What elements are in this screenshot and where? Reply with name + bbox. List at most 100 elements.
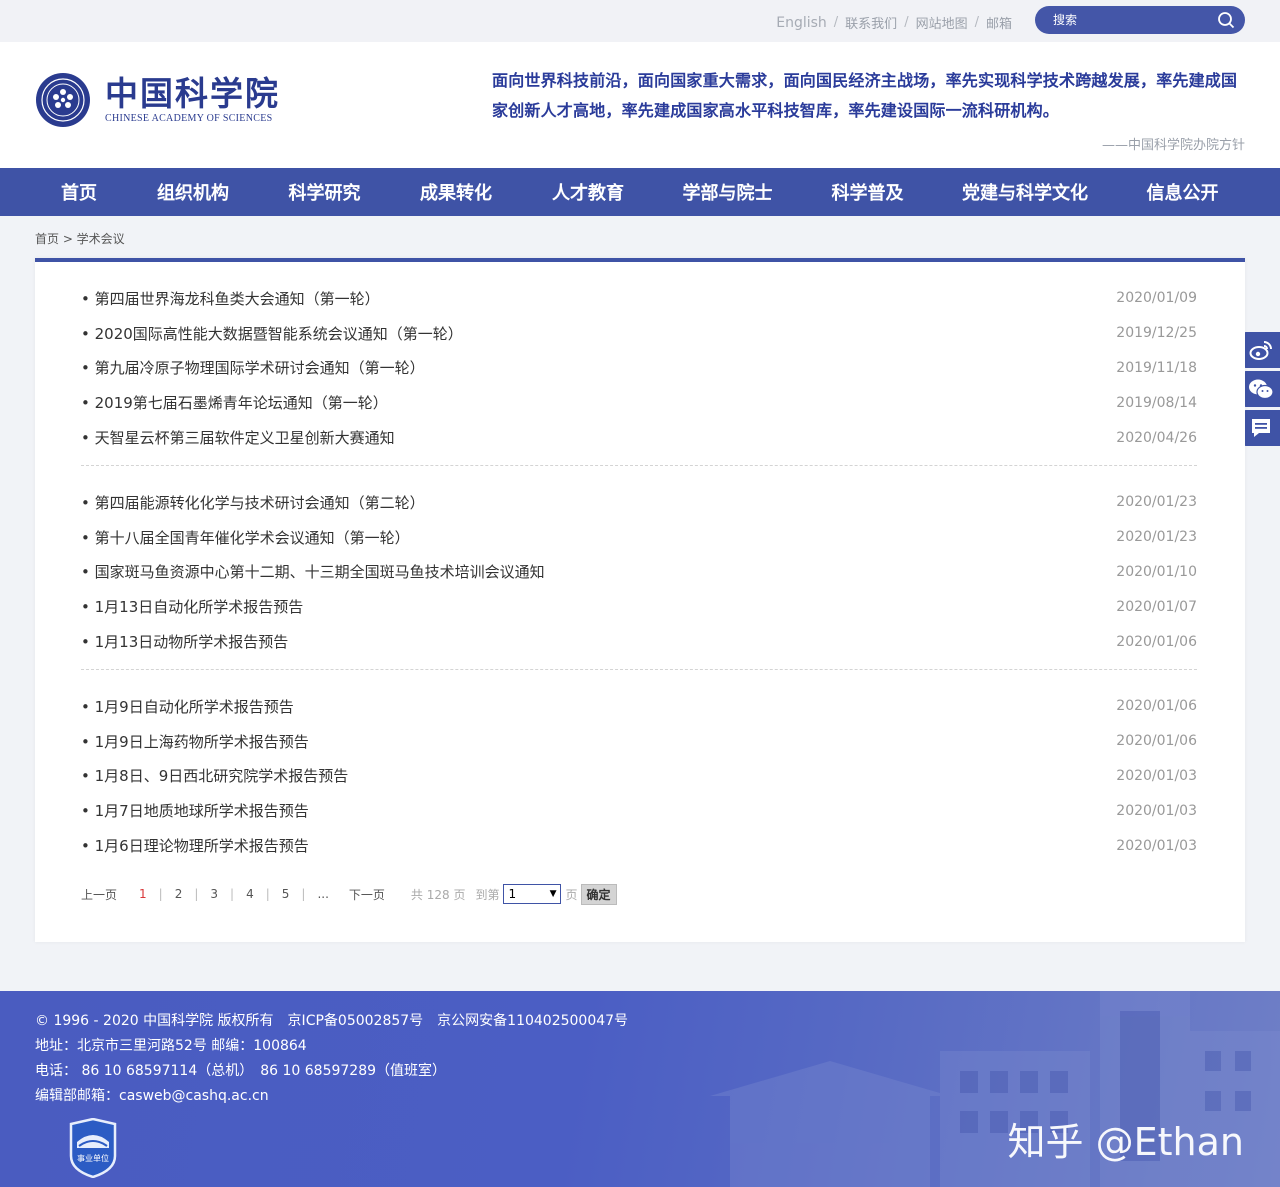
- page-unit-label: 页: [565, 887, 578, 902]
- search-input[interactable]: [1035, 13, 1205, 27]
- watermark-text: 知乎 @Ethan: [1007, 1120, 1244, 1164]
- item-title[interactable]: • 1月8日、9日西北研究院学术报告预告: [81, 765, 348, 786]
- weibo-button[interactable]: [1242, 332, 1280, 368]
- confirm-button[interactable]: 确定: [580, 883, 617, 905]
- total-pages: 共 128 页: [410, 887, 466, 902]
- item-title[interactable]: • 1月9日自动化所学术报告预告: [81, 696, 294, 717]
- list-item[interactable]: • 第十八届全国青年催化学术会议通知（第一轮） 2020/01/23: [81, 520, 1197, 555]
- search-icon[interactable]: [1217, 11, 1235, 29]
- news-group-2: • 第四届能源转化化学与技术研讨会通知（第二轮） 2020/01/23 • 第十八…: [81, 485, 1197, 659]
- logo-text: 中国科学院 CHINESE ACADEMY OF SCIENCES: [105, 74, 280, 125]
- separator: |: [230, 887, 235, 901]
- item-title[interactable]: • 天智星云杯第三届软件定义卫星创新大赛通知: [81, 427, 395, 448]
- item-date: 2019/12/25: [1116, 325, 1197, 342]
- item-title[interactable]: • 1月7日地质地球所学术报告预告: [81, 800, 309, 821]
- item-title[interactable]: • 第九届冷原子物理国际学术研讨会通知（第一轮）: [81, 357, 425, 378]
- item-title[interactable]: • 1月13日自动化所学术报告预告: [81, 596, 303, 617]
- feedback-icon: [1252, 419, 1270, 437]
- news-group-1: • 第四届世界海龙科鱼类大会通知（第一轮） 2020/01/09 • 2020国际…: [81, 281, 1197, 455]
- item-title[interactable]: • 1月13日动物所学术报告预告: [81, 631, 288, 652]
- logo-english-name: CHINESE ACADEMY OF SCIENCES: [105, 113, 273, 124]
- page-link[interactable]: 4: [246, 887, 254, 901]
- list-item[interactable]: • 第四届世界海龙科鱼类大会通知（第一轮） 2020/01/09: [81, 281, 1197, 316]
- logo-chinese-name: 中国科学院: [105, 74, 280, 113]
- list-item[interactable]: • 国家斑马鱼资源中心第十二期、十三期全国斑马鱼技术培训会议通知 2020/01/…: [81, 555, 1197, 590]
- list-item[interactable]: • 1月13日自动化所学术报告预告 2020/01/07: [81, 589, 1197, 624]
- nav-item-disclosure[interactable]: 信息公开: [1120, 179, 1245, 205]
- prev-page-link[interactable]: 上一页: [81, 886, 117, 903]
- separator: |: [194, 887, 199, 901]
- goto-label: 到第: [475, 887, 500, 902]
- nav-item-education[interactable]: 人才教育: [526, 179, 650, 205]
- list-item[interactable]: • 第九届冷原子物理国际学术研讨会通知（第一轮） 2019/11/18: [81, 351, 1197, 386]
- motto-text: 面向世界科技前沿，面向国家重大需求，面向国民经济主战场，率先实现科学技术跨越发展…: [492, 71, 1238, 120]
- badge-label: 事业单位: [77, 1153, 109, 1163]
- search-box: [1035, 6, 1245, 34]
- item-title[interactable]: • 第四届能源转化化学与技术研讨会通知（第二轮）: [81, 492, 425, 513]
- page-ellipsis: ...: [317, 887, 329, 901]
- page-select[interactable]: 1 ▼: [503, 884, 562, 904]
- item-date: 2020/01/06: [1116, 633, 1197, 650]
- news-panel: • 第四届世界海龙科鱼类大会通知（第一轮） 2020/01/09 • 2020国际…: [35, 258, 1245, 942]
- institution-badge-icon[interactable]: 事业单位: [67, 1118, 119, 1178]
- item-title[interactable]: • 2019第七届石墨烯青年论坛通知（第一轮）: [81, 392, 388, 413]
- page-link[interactable]: 2: [175, 887, 183, 901]
- phone-text: 电话： 86 10 68597114（总机） 86 10 68597289（值班…: [35, 1063, 447, 1079]
- item-date: 2019/08/14: [1116, 394, 1197, 411]
- item-date: 2020/01/09: [1116, 290, 1197, 307]
- top-links: English / 联系我们 / 网站地图 / 邮箱: [776, 13, 1012, 33]
- nav-item-culture[interactable]: 党建与科学文化: [930, 179, 1120, 205]
- separator: /: [904, 15, 909, 30]
- item-date: 2020/01/07: [1116, 598, 1197, 615]
- weibo-icon: [1249, 341, 1272, 360]
- list-item[interactable]: • 第四届能源转化化学与技术研讨会通知（第二轮） 2020/01/23: [81, 485, 1197, 520]
- item-title[interactable]: • 1月9日上海药物所学术报告预告: [81, 731, 309, 752]
- list-item[interactable]: • 1月13日动物所学术报告预告 2020/01/06: [81, 624, 1197, 659]
- sitemap-link[interactable]: 网站地图: [916, 13, 968, 32]
- item-title[interactable]: • 2020国际高性能大数据暨智能系统会议通知（第一轮）: [81, 323, 463, 344]
- nav-item-research[interactable]: 科学研究: [263, 179, 386, 205]
- site-footer: © 1996 - 2020 中国科学院 版权所有 京ICP备05002857号 …: [0, 991, 1280, 1187]
- list-item[interactable]: • 1月7日地质地球所学术报告预告 2020/01/03: [81, 793, 1197, 828]
- item-date: 2020/01/10: [1116, 563, 1197, 580]
- site-logo[interactable]: 中国科学院 CHINESE ACADEMY OF SCIENCES: [35, 72, 280, 128]
- item-date: 2020/01/03: [1116, 837, 1197, 854]
- page-link[interactable]: 5: [282, 887, 290, 901]
- item-date: 2019/11/18: [1116, 359, 1197, 376]
- nav-item-transfer[interactable]: 成果转化: [386, 179, 526, 205]
- nav-item-organization[interactable]: 组织机构: [123, 179, 263, 205]
- chevron-down-icon: ▼: [549, 889, 557, 899]
- item-title[interactable]: • 第十八届全国青年催化学术会议通知（第一轮）: [81, 527, 410, 548]
- list-item[interactable]: • 1月9日上海药物所学术报告预告 2020/01/06: [81, 724, 1197, 759]
- item-title[interactable]: • 第四届世界海龙科鱼类大会通知（第一轮）: [81, 288, 380, 309]
- nav-item-academicians[interactable]: 学部与院士: [650, 179, 805, 205]
- english-link[interactable]: English: [776, 15, 827, 31]
- breadcrumb[interactable]: 首页 > 学术会议: [35, 230, 125, 247]
- list-item[interactable]: • 1月9日自动化所学术报告预告 2020/01/06: [81, 689, 1197, 724]
- feedback-button[interactable]: [1242, 410, 1280, 446]
- contact-link[interactable]: 联系我们: [845, 13, 897, 32]
- nav-item-popular-science[interactable]: 科学普及: [805, 179, 930, 205]
- page-link-current[interactable]: 1: [139, 887, 147, 901]
- separator: |: [301, 887, 306, 901]
- pagination: 上一页 1 | 2 | 3 | 4 | 5 | ... 下一页 共 128 页 …: [81, 883, 617, 905]
- main-nav: 首页 组织机构 科学研究 成果转化 人才教育 学部与院士 科学普及 党建与科学文…: [0, 168, 1280, 216]
- item-date: 2020/01/03: [1116, 802, 1197, 819]
- list-item[interactable]: • 2020国际高性能大数据暨智能系统会议通知（第一轮） 2019/12/25: [81, 316, 1197, 351]
- next-page-link[interactable]: 下一页: [349, 886, 385, 903]
- page-link[interactable]: 3: [210, 887, 218, 901]
- wechat-button[interactable]: [1242, 371, 1280, 407]
- separator: |: [158, 887, 163, 901]
- list-item[interactable]: • 1月8日、9日西北研究院学术报告预告 2020/01/03: [81, 759, 1197, 794]
- list-item[interactable]: • 2019第七届石墨烯青年论坛通知（第一轮） 2019/08/14: [81, 385, 1197, 420]
- item-title[interactable]: • 1月6日理论物理所学术报告预告: [81, 835, 309, 856]
- list-item[interactable]: • 1月6日理论物理所学术报告预告 2020/01/03: [81, 828, 1197, 863]
- item-date: 2020/01/06: [1116, 733, 1197, 750]
- item-title[interactable]: • 国家斑马鱼资源中心第十二期、十三期全国斑马鱼技术培训会议通知: [81, 561, 545, 582]
- cas-emblem-icon: [36, 73, 90, 127]
- list-item[interactable]: • 天智星云杯第三届软件定义卫星创新大赛通知 2020/04/26: [81, 420, 1197, 455]
- page-select-value: 1: [508, 887, 517, 901]
- item-date: 2020/04/26: [1116, 429, 1197, 446]
- mailbox-link[interactable]: 邮箱: [986, 13, 1012, 32]
- nav-item-home[interactable]: 首页: [35, 179, 123, 205]
